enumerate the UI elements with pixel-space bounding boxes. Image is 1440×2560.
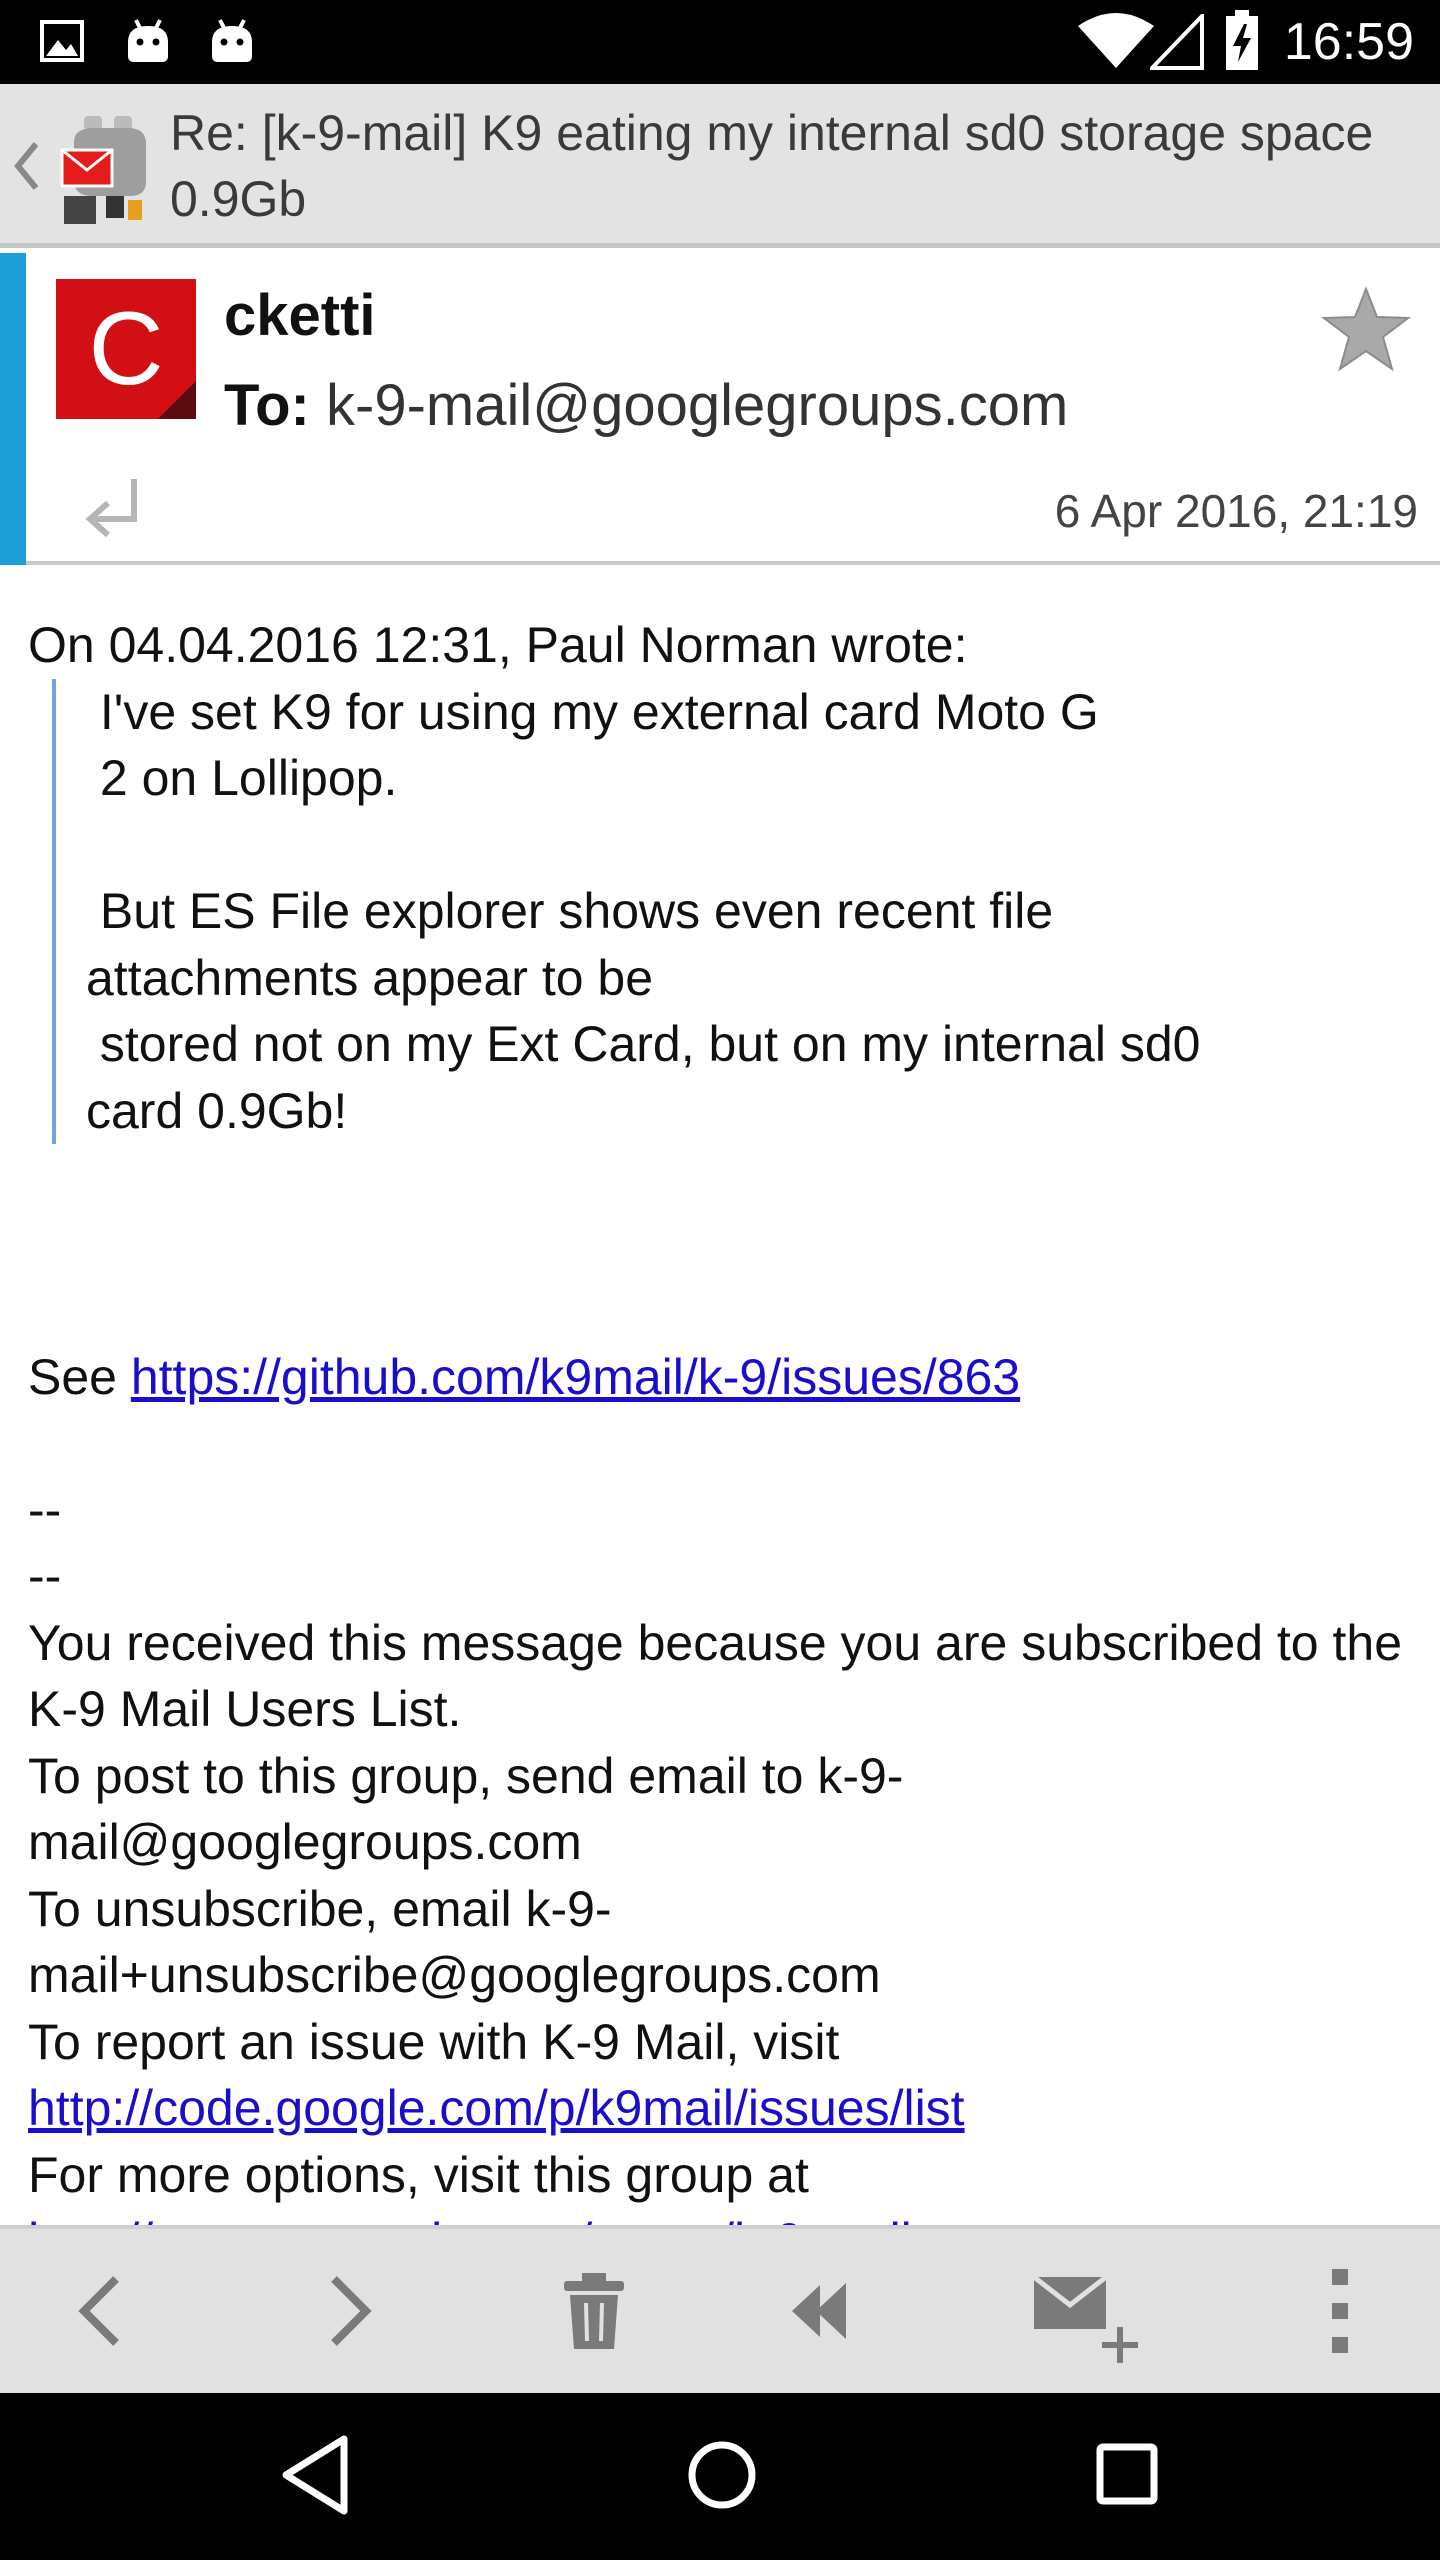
see-prefix: See	[28, 1348, 131, 1405]
previous-icon[interactable]	[56, 2263, 152, 2359]
message-subject: Re: [k-9-mail] K9 eating my internal sd0…	[170, 105, 1374, 227]
clock: 16:59	[1283, 13, 1414, 71]
up-navigation-icon[interactable]	[10, 138, 44, 194]
answered-icon	[85, 479, 137, 538]
issues-link[interactable]: http://code.google.com/p/k9mail/issues/l…	[28, 2080, 965, 2136]
account-color-chip	[0, 253, 26, 565]
action-bar: Re: [k-9-mail] K9 eating my internal sd0…	[0, 84, 1440, 248]
to-label: To:	[224, 373, 310, 438]
quote-attribution: On 04.04.2016 12:31, Paul Norman wrote:	[28, 617, 968, 673]
android-notification-icon	[212, 19, 252, 62]
message-header: C cketti To: k-9-mail@googlegroups.com 6…	[0, 253, 1440, 565]
avatar[interactable]: C	[56, 279, 196, 419]
footer-text: To unsubscribe, email k-9- mail+unsubscr…	[28, 1880, 881, 2004]
message-body: On 04.04.2016 12:31, Paul Norman wrote: …	[0, 570, 1440, 2225]
recents-icon[interactable]	[1094, 2433, 1158, 2517]
cell-signal-icon	[1150, 14, 1204, 70]
quote-paragraph: I've set K9 for using my external card M…	[99, 683, 1099, 807]
system-navigation-bar	[0, 2393, 1440, 2560]
footer-text: To report an issue with K-9 Mail, visit	[28, 2013, 840, 2070]
quote-paragraph: But ES File explorer shows even recent f…	[86, 883, 1201, 1139]
back-icon[interactable]	[278, 2433, 354, 2517]
footer-text: To post to this group, send email to k-9…	[28, 1747, 904, 1871]
battery-charging-icon	[1226, 10, 1258, 70]
github-issue-link[interactable]: https://github.com/k9mail/k-9/issues/863	[131, 1349, 1020, 1405]
signature-separator: --	[28, 1481, 62, 1538]
home-icon[interactable]	[686, 2433, 758, 2517]
wifi-icon	[1078, 13, 1154, 68]
recipient-line[interactable]: To: k-9-mail@googlegroups.com	[224, 371, 1068, 441]
avatar-fold	[158, 381, 196, 419]
sender-name[interactable]: cketti	[224, 281, 376, 351]
footer-text: For more options, visit this group at	[28, 2146, 809, 2203]
status-bar: 16:59	[0, 0, 1440, 84]
message-toolbar	[0, 2225, 1440, 2393]
group-link[interactable]: http://groups.google.com/group/k-9-mail	[28, 2213, 912, 2225]
android-notification-icon	[128, 19, 168, 62]
star-icon[interactable]	[1320, 285, 1412, 373]
k9-mail-logo-icon[interactable]	[56, 112, 160, 232]
see-line: See https://github.com/k9mail/k-9/issues…	[28, 1344, 1412, 1411]
compose-icon[interactable]	[1030, 2263, 1146, 2367]
recipient-address: k-9-mail@googlegroups.com	[326, 373, 1069, 438]
message-date: 6 Apr 2016, 21:19	[1054, 485, 1418, 537]
next-icon[interactable]	[298, 2263, 394, 2359]
overflow-menu-icon[interactable]	[1292, 2263, 1388, 2359]
footer-text: You received this message because you ar…	[28, 1614, 1416, 1738]
signature-separator: --	[28, 1548, 62, 1604]
reply-all-icon[interactable]	[788, 2263, 898, 2359]
blockquote: I've set K9 for using my external card M…	[52, 678, 1412, 1144]
image-notification-icon	[40, 20, 84, 62]
delete-icon[interactable]	[546, 2263, 642, 2359]
